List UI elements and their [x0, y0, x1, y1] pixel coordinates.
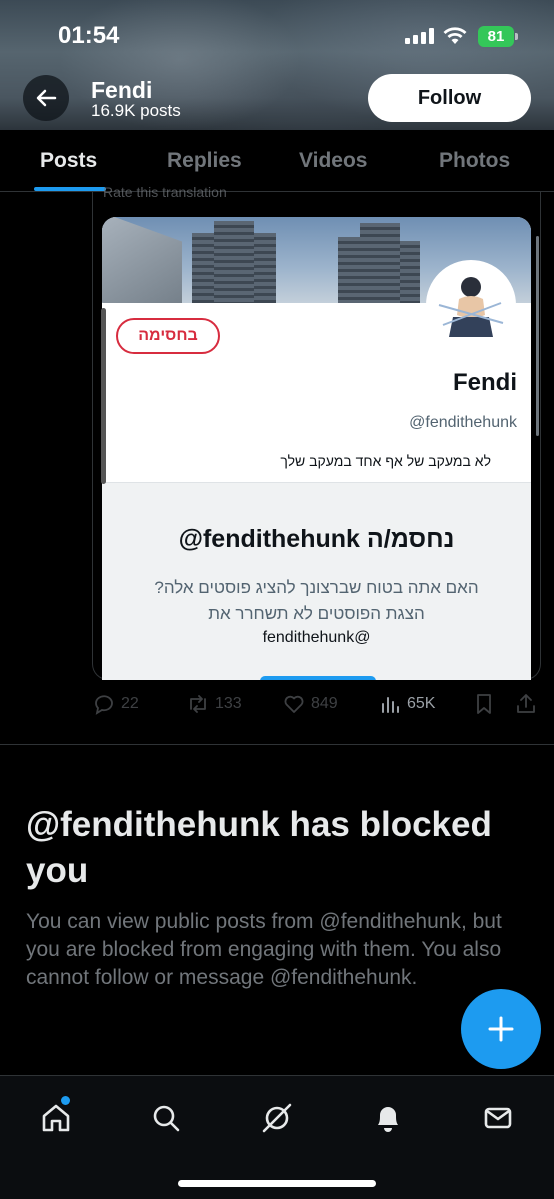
search-icon: [153, 1105, 180, 1132]
reply-count: 22: [121, 695, 139, 712]
profile-name: Fendi: [91, 77, 153, 103]
blocked-heading: @fendithehunk has blocked you: [26, 805, 492, 890]
notification-dot: [61, 1096, 70, 1105]
arrow-left-icon: [36, 89, 57, 107]
profile-tabs: Posts Replies Videos Photos: [0, 130, 554, 192]
profile-header: 01:54 81 Fendi 16.9K posts Follow: [0, 0, 554, 130]
heart-icon: [284, 695, 304, 713]
compose-plus-icon: [488, 1016, 514, 1042]
views-button[interactable]: 65K: [378, 692, 435, 716]
blocked-badge: בחסימה: [116, 318, 220, 354]
compose-button[interactable]: [461, 989, 541, 1069]
views-chart-icon: [382, 697, 399, 713]
embed-profile-handle: @fendithehunk: [409, 414, 517, 431]
post-count: 16.9K posts: [91, 101, 181, 120]
tab-posts[interactable]: Posts: [40, 149, 97, 173]
battery-level: 81: [487, 28, 505, 45]
embed-profile-name: Fendi: [453, 369, 517, 396]
embed-blocked-panel: @fendithehunk נחסמ/ה האם אתה בטוח שברצונ…: [102, 482, 531, 680]
like-button[interactable]: 849: [282, 692, 338, 716]
reply-button[interactable]: 22: [92, 692, 139, 716]
section-divider: [0, 744, 554, 745]
tab-photos[interactable]: Photos: [439, 149, 510, 173]
embedded-screenshot[interactable]: בחסימה Fendi @fendithehunk לא במעקב של א…: [102, 217, 531, 680]
share-button[interactable]: [514, 692, 538, 716]
repost-icon: [190, 695, 206, 713]
nav-messages[interactable]: [478, 1098, 518, 1138]
blocked-description: You can view public posts from @fendithe…: [26, 910, 502, 989]
grok-icon: [262, 1103, 292, 1133]
embed-blocked-description: האם אתה בטוח שברצונך להציג פוסטים אלה? ה…: [154, 578, 479, 623]
back-button[interactable]: [23, 75, 69, 121]
home-icon: [42, 1104, 70, 1132]
active-tab-indicator: [34, 187, 106, 191]
wifi-icon: [443, 27, 467, 44]
embed-view-posts-button: [260, 676, 376, 680]
embed-blocked-title: @fendithehunk נחסמ/ה: [178, 525, 455, 553]
nav-home[interactable]: [36, 1098, 76, 1138]
scrollbar: [101, 308, 106, 484]
reply-icon: [95, 695, 113, 715]
repost-button[interactable]: 133: [186, 692, 242, 716]
embed-scrollbar: [536, 236, 539, 436]
status-time: 01:54: [58, 22, 120, 49]
tab-videos[interactable]: Videos: [299, 149, 367, 173]
repost-count: 133: [215, 695, 242, 712]
nav-notifications[interactable]: [368, 1098, 408, 1138]
nav-search[interactable]: [146, 1098, 186, 1138]
battery-indicator: 81: [478, 26, 518, 47]
like-count: 849: [311, 695, 338, 712]
home-indicator: [178, 1180, 376, 1187]
avatar: [426, 260, 516, 350]
messages-icon: [484, 1107, 512, 1129]
cellular-signal-icon: [405, 28, 434, 44]
bookmark-button[interactable]: [472, 692, 496, 716]
view-count: 65K: [407, 695, 436, 712]
post-action-bar: 22 133 849 65K: [92, 692, 542, 718]
embed-follow-status: לא במעקב של אף אחד במעקב שלך: [280, 453, 491, 469]
tab-replies[interactable]: Replies: [167, 149, 242, 173]
nav-grok[interactable]: [257, 1098, 297, 1138]
status-bar: 01:54 81: [0, 0, 554, 70]
bookmark-icon: [477, 694, 491, 714]
follow-button[interactable]: Follow: [368, 74, 531, 122]
notifications-icon: [378, 1107, 398, 1132]
share-icon: [517, 694, 535, 713]
embed-blocked-handle: fendithehunk@: [262, 629, 371, 646]
